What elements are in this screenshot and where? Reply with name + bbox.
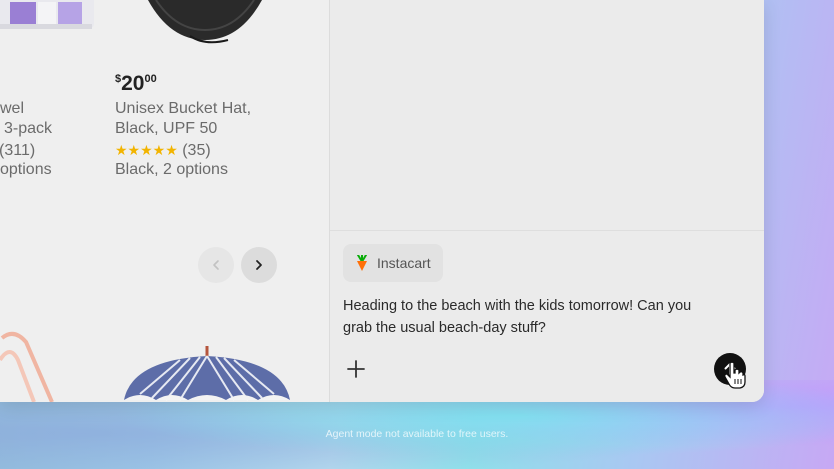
tote-bag-image[interactable] xyxy=(0,330,60,402)
chat-message-input[interactable]: Heading to the beach with the kids tomor… xyxy=(343,295,723,339)
instacart-app-chip[interactable]: Instacart xyxy=(343,244,443,282)
product-1-name-line-1[interactable]: wel xyxy=(0,98,24,119)
carrot-icon xyxy=(357,255,367,271)
beach-towel-image[interactable] xyxy=(0,0,100,32)
product-1-options: options xyxy=(0,161,52,178)
product-2-rating-count: (35) xyxy=(182,142,211,159)
product-2-name-line-2[interactable]: Black, UPF 50 xyxy=(115,118,217,139)
product-2-name-line-1[interactable]: Unisex Bucket Hat, xyxy=(115,98,251,119)
product-results-pane: wel 3-pack (311) options $2000 Unisex Bu… xyxy=(0,0,330,402)
bucket-hat-image[interactable] xyxy=(140,0,270,48)
add-attachment-button[interactable] xyxy=(344,357,368,381)
chip-label: Instacart xyxy=(377,255,431,271)
plus-icon xyxy=(347,360,365,378)
product-2-options: Black, 2 options xyxy=(115,161,228,178)
product-2-price: $2000 xyxy=(115,72,157,95)
chevron-right-icon xyxy=(256,260,262,270)
carousel-prev-button[interactable] xyxy=(198,247,234,283)
carousel-next-button[interactable] xyxy=(241,247,277,283)
chat-pane: Instacart Heading to the beach with the … xyxy=(330,0,764,402)
app-window: wel 3-pack (311) options $2000 Unisex Bu… xyxy=(0,0,764,402)
beach-umbrella-image[interactable] xyxy=(120,344,294,402)
product-1-name-line-2[interactable]: 3-pack xyxy=(4,118,52,139)
footer-notice: Agent mode not available to free users. xyxy=(325,428,509,440)
hand-cursor-icon xyxy=(724,361,746,389)
divider xyxy=(330,230,764,231)
product-1-rating-count: (311) xyxy=(0,142,36,159)
star-rating-icon: ★★★★★ xyxy=(115,142,178,158)
product-2-rating: ★★★★★ (35) xyxy=(115,140,211,161)
chevron-left-icon xyxy=(213,260,219,270)
